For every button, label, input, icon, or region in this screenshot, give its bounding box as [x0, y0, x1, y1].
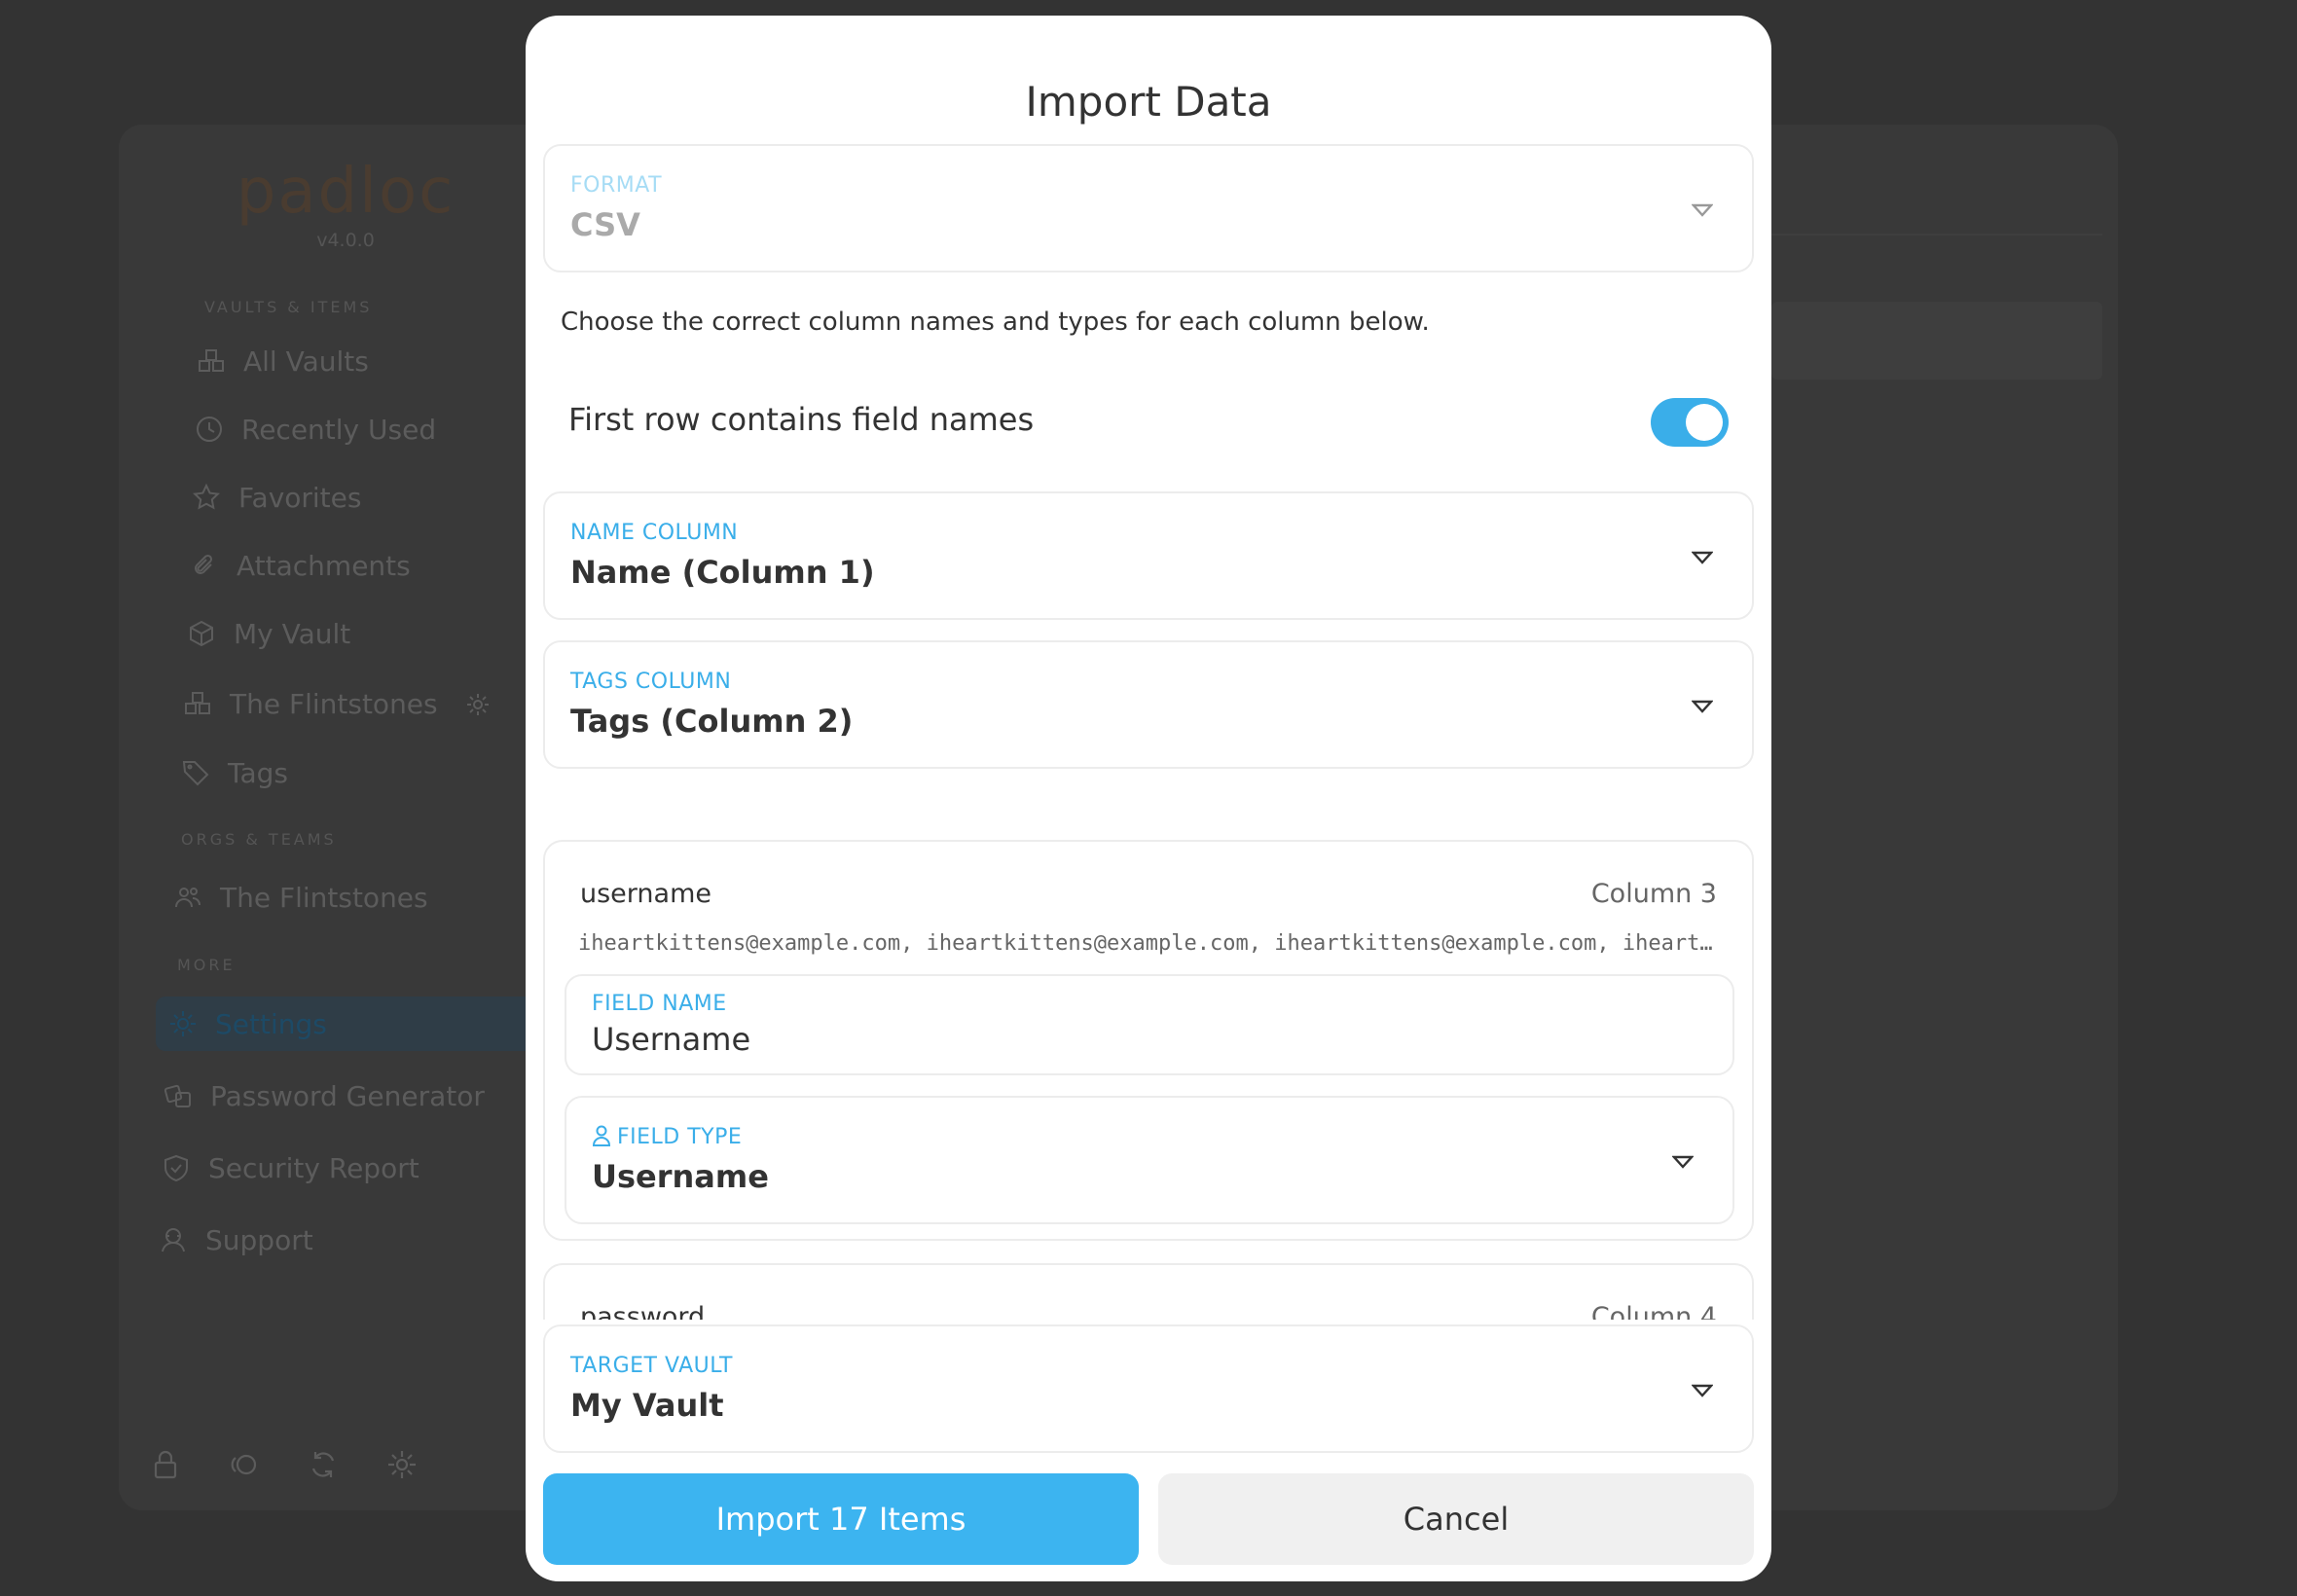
name-column-value: Name (Column 1): [570, 554, 875, 591]
field-type-select[interactable]: FIELD TYPE Username: [565, 1096, 1734, 1224]
sidebar-item-label: Favorites: [238, 481, 362, 514]
target-vault-select[interactable]: TARGET VAULT My Vault: [543, 1324, 1754, 1453]
section-orgs-teams: ORGS & TEAMS: [181, 830, 337, 849]
columns-scroll-area[interactable]: username Column 3 iheartkittens@example.…: [526, 804, 1771, 1320]
sidebar-item-the-flintstones-org[interactable]: The Flintstones: [173, 875, 428, 920]
cube-icon: [190, 620, 213, 647]
sidebar-item-all-vaults[interactable]: All Vaults: [197, 339, 369, 383]
format-select[interactable]: FORMAT CSV: [543, 144, 1754, 272]
sidebar-item-label: Recently Used: [241, 413, 437, 446]
column-number: Column 4: [1590, 1302, 1717, 1320]
sidebar-item-label: Tags: [228, 756, 288, 789]
chevron-down-icon: [1691, 699, 1714, 713]
sidebar-item-label: Attachments: [237, 549, 411, 582]
sidebar-item-label: All Vaults: [243, 345, 369, 378]
column-name: username: [580, 879, 711, 909]
dialog-title: Import Data: [1025, 78, 1272, 126]
first-row-toggle[interactable]: [1651, 398, 1729, 447]
chevron-down-icon: [1691, 1383, 1714, 1397]
sidebar-item-label: Support: [205, 1223, 313, 1256]
chevron-down-icon: [1691, 202, 1714, 217]
field-name-value: Username: [592, 1021, 751, 1058]
sidebar-item-settings[interactable]: Settings: [168, 1001, 327, 1046]
field-type-label: FIELD TYPE: [617, 1125, 743, 1149]
tags-column-value: Tags (Column 2): [570, 703, 854, 740]
vault-settings-gear-icon[interactable]: [465, 692, 491, 717]
cancel-button[interactable]: Cancel: [1158, 1473, 1754, 1565]
paperclip-icon: [195, 554, 213, 574]
field-name-label: FIELD NAME: [592, 992, 727, 1016]
sidebar-item-the-flintstones-vault[interactable]: The Flintstones: [183, 681, 438, 726]
instructions-text: Choose the correct column names and type…: [561, 308, 1430, 337]
bg-panel-block: [1771, 302, 2102, 380]
gear-icon: [170, 1011, 196, 1036]
sidebar-item-support[interactable]: Support: [159, 1217, 313, 1262]
dice-icon: [164, 1084, 191, 1107]
section-more: MORE: [177, 956, 236, 974]
format-label: FORMAT: [570, 173, 663, 198]
app-logo: padloc: [236, 156, 456, 228]
theme-icon[interactable]: [228, 1448, 261, 1481]
column-card-password: password Column 4: [543, 1263, 1754, 1320]
format-value: CSV: [570, 206, 640, 243]
shield-check-icon: [164, 1154, 188, 1182]
sidebar-item-label: The Flintstones: [230, 687, 438, 720]
vaults-icon: [199, 349, 224, 372]
tags-column-label: TAGS COLUMN: [570, 670, 732, 694]
app-version: v4.0.0: [316, 230, 375, 251]
sidebar-item-label: Settings: [215, 1007, 327, 1040]
chevron-down-icon: [1691, 550, 1714, 564]
sync-icon[interactable]: [307, 1448, 340, 1481]
tag-icon: [182, 761, 209, 786]
field-name-input[interactable]: FIELD NAME Username: [565, 974, 1734, 1075]
support-icon: [162, 1228, 185, 1252]
column-sample-values: iheartkittens@example.com, iheartkittens…: [578, 931, 1717, 956]
sidebar-item-label: The Flintstones: [220, 881, 428, 914]
target-vault-label: TARGET VAULT: [570, 1354, 733, 1378]
sidebar-item-label: Security Report: [208, 1151, 419, 1184]
import-dialog: Import Data FORMAT CSV Choose the correc…: [526, 16, 1771, 1581]
sidebar-item-password-generator[interactable]: Password Generator: [164, 1073, 485, 1118]
sidebar-item-security-report[interactable]: Security Report: [162, 1145, 419, 1190]
settings-gear-icon[interactable]: [385, 1448, 419, 1481]
section-vaults-items: VAULTS & ITEMS: [204, 298, 373, 316]
name-column-label: NAME COLUMN: [570, 521, 739, 545]
field-type-label-wrap: FIELD TYPE: [592, 1125, 742, 1149]
clock-icon: [197, 417, 222, 442]
sidebar-item-label: My Vault: [234, 617, 351, 650]
first-row-toggle-label: First row contains field names: [568, 401, 1035, 438]
vaults-icon: [185, 692, 210, 714]
target-vault-value: My Vault: [570, 1387, 724, 1424]
column-number: Column 3: [1590, 879, 1717, 909]
tags-column-select[interactable]: TAGS COLUMN Tags (Column 2): [543, 640, 1754, 769]
column-name: password: [580, 1302, 706, 1320]
lock-icon[interactable]: [149, 1448, 182, 1481]
user-icon: [592, 1125, 611, 1146]
sidebar-item-tags[interactable]: Tags: [181, 750, 288, 795]
star-icon: [192, 483, 221, 510]
column-card-username: username Column 3 iheartkittens@example.…: [543, 840, 1754, 1241]
field-type-value: Username: [592, 1158, 769, 1195]
sidebar-item-my-vault[interactable]: My Vault: [187, 611, 350, 656]
name-column-select[interactable]: NAME COLUMN Name (Column 1): [543, 491, 1754, 620]
chevron-down-icon: [1671, 1154, 1695, 1169]
sidebar-item-label: Password Generator: [210, 1079, 485, 1112]
sidebar-item-favorites[interactable]: Favorites: [192, 475, 361, 520]
toggle-knob: [1686, 404, 1723, 441]
bg-divider: [1771, 234, 2102, 236]
users-icon: [175, 888, 201, 908]
sidebar-item-attachments[interactable]: Attachments: [190, 543, 411, 588]
import-button[interactable]: Import 17 Items: [543, 1473, 1139, 1565]
sidebar-item-recently-used[interactable]: Recently Used: [195, 407, 436, 452]
